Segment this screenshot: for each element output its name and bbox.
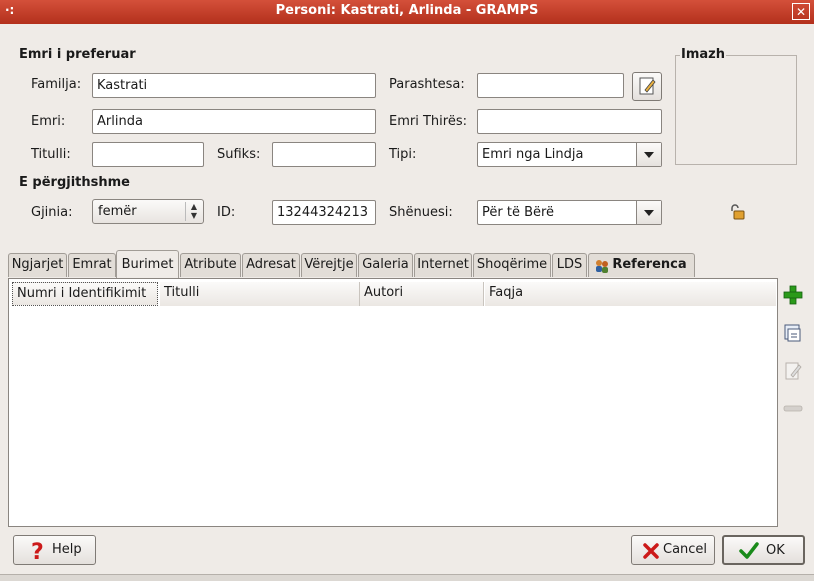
tab-attributes[interactable]: Atribute [180,253,241,277]
sources-table: Numri i Identifikimit Titulli Autori Faq… [8,278,778,527]
ok-check-icon [739,542,759,559]
given-name-label: Emri: [31,114,66,129]
title-input[interactable] [92,142,204,167]
tab-events[interactable]: Ngjarjet [8,253,67,277]
remove-source-button[interactable] [782,398,804,420]
preferred-name-heading: Emri i preferuar [19,47,136,62]
family-label: Familja: [31,77,82,92]
call-name-label: Emri Thirës: [389,114,467,129]
privacy-toggle[interactable] [728,203,746,221]
cancel-button-label: Cancel [663,542,708,557]
column-header-id[interactable]: Numri i Identifikimit [12,282,158,306]
share-source-button[interactable] [782,322,804,344]
tab-gallery[interactable]: Galeria [358,253,413,277]
suffix-label: Sufiks: [217,147,261,162]
gender-label: Gjinia: [31,205,73,220]
updown-arrows-icon: ▲ ▼ [185,202,199,221]
svg-text:?: ? [31,540,44,562]
name-type-combo[interactable]: Emri nga Lindja [477,142,662,167]
tab-internet[interactable]: Internet [414,253,472,277]
id-input[interactable]: 13244324213 [272,200,376,225]
marker-value: Për të Bërë [482,205,555,220]
ok-button-label: OK [766,543,785,558]
minus-icon [783,405,803,412]
add-source-button[interactable] [782,284,804,306]
suffix-input[interactable] [272,142,376,167]
tab-sources[interactable]: Burimet [116,250,179,279]
edit-icon [785,362,802,380]
family-input[interactable]: Kastrati [92,73,376,98]
marker-label: Shënuesi: [389,205,453,220]
share-icon [784,324,801,342]
unlocked-padlock-icon [731,204,745,220]
tab-references-label: Referenca [612,257,687,272]
cancel-button[interactable]: Cancel [631,535,715,565]
window-titlebar: ·: Personi: Kastrati, Arlinda - GRAMPS ✕ [0,0,814,24]
edit-name-button[interactable] [632,72,662,101]
tab-associations[interactable]: Shoqërime [473,253,551,277]
column-header-title[interactable]: Titulli [160,282,360,306]
image-frame[interactable] [675,55,797,165]
people-icon [596,260,608,273]
marker-combo[interactable]: Për të Bërë [477,200,662,225]
edit-note-icon [639,77,656,95]
call-name-input[interactable] [477,109,662,134]
id-label: ID: [217,205,236,220]
gender-combo[interactable]: femër ▲ ▼ [92,199,204,224]
window-title: Personi: Kastrati, Arlinda - GRAMPS [275,3,539,18]
help-button[interactable]: ? Help [13,535,96,565]
edit-source-button[interactable] [782,360,804,382]
column-header-author[interactable]: Autori [360,282,484,306]
window-close-button[interactable]: ✕ [792,3,810,20]
type-label: Tipi: [389,147,417,162]
name-type-value: Emri nga Lindja [482,147,584,162]
column-header-page[interactable]: Faqja [485,282,776,306]
chevron-down-icon[interactable] [636,201,661,224]
tab-names[interactable]: Emrat [68,253,116,277]
ok-button[interactable]: OK [722,535,805,565]
plus-icon [783,285,803,305]
tab-references[interactable]: Referenca [588,253,695,277]
prefix-label: Parashtesa: [389,77,465,92]
cancel-x-icon [643,543,659,559]
image-frame-label: Imazh [680,47,726,62]
tab-notes[interactable]: Vërejtje [301,253,357,277]
general-heading: E përgjithshme [19,175,130,190]
tab-addresses[interactable]: Adresat [242,253,300,277]
given-name-input[interactable]: Arlinda [92,109,376,134]
prefix-input[interactable] [477,73,624,98]
title-label: Titulli: [31,147,71,162]
tab-lds[interactable]: LDS [552,253,587,277]
help-button-label: Help [52,542,82,557]
gender-value: femër [98,204,137,219]
chevron-down-icon[interactable] [636,143,661,166]
help-question-icon: ? [31,540,44,562]
